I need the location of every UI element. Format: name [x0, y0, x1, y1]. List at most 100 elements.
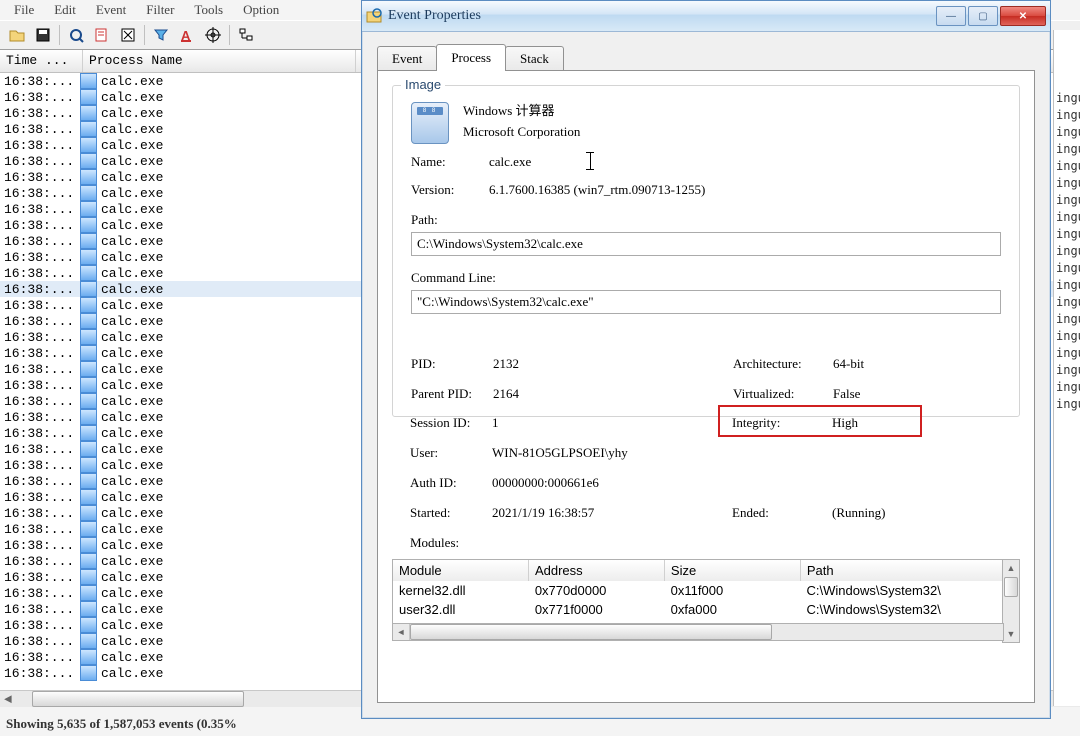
column-process-name[interactable]: Process Name	[83, 50, 356, 72]
ppid-value: 2164	[493, 386, 519, 402]
dialog-title: Event Properties	[388, 8, 934, 24]
process-icon	[80, 409, 97, 425]
arch-value: 64-bit	[833, 356, 864, 372]
process-icon	[80, 313, 97, 329]
column-time[interactable]: Time ...	[0, 50, 83, 72]
menu-tools[interactable]: Tools	[184, 0, 233, 20]
integrity-highlight-annotation	[718, 405, 922, 437]
menu-options[interactable]: Option	[233, 0, 289, 20]
ended-label: Ended:	[732, 505, 769, 521]
image-group: Image Windows 计算器 Microsoft Corporation …	[392, 85, 1020, 417]
scroll-up-arrow[interactable]: ▲	[1003, 560, 1019, 576]
minimize-button[interactable]: —	[936, 6, 966, 26]
image-company: Microsoft Corporation	[463, 124, 580, 140]
path-field[interactable]: C:\Windows\System32\calc.exe	[411, 232, 1001, 256]
process-icon	[80, 281, 97, 297]
target-icon[interactable]	[202, 24, 224, 46]
filter-icon[interactable]	[150, 24, 172, 46]
scroll-thumb[interactable]	[32, 691, 244, 707]
pid-label: PID:	[411, 356, 436, 372]
text-cursor-icon	[589, 152, 591, 170]
process-icon	[80, 473, 97, 489]
process-icon	[80, 441, 97, 457]
process-icon	[80, 217, 97, 233]
highlight-icon[interactable]: A	[176, 24, 198, 46]
virt-label: Virtualized:	[733, 386, 794, 402]
tabs: Event Process Stack	[377, 44, 563, 71]
tab-process[interactable]: Process	[436, 44, 506, 71]
process-icon	[80, 665, 97, 681]
modules-col-path[interactable]: Path	[801, 560, 1003, 582]
menu-edit[interactable]: Edit	[44, 0, 86, 20]
ppid-label: Parent PID:	[411, 386, 472, 402]
right-truncated-list: inguinguinguinguinguinguinguinguinguingu…	[1053, 30, 1080, 706]
modules-vertical-scrollbar[interactable]: ▲ ▼	[1002, 559, 1020, 643]
process-icon	[80, 137, 97, 153]
image-group-label: Image	[401, 77, 445, 92]
started-value: 2021/1/19 16:38:57	[492, 505, 594, 521]
event-properties-dialog: Event Properties — ▢ ✕ Event Process Sta…	[361, 0, 1051, 719]
scroll-down-arrow[interactable]: ▼	[1003, 626, 1019, 642]
modules-horizontal-scrollbar[interactable]: ◄	[392, 623, 1004, 641]
calc-app-icon	[411, 102, 449, 144]
modules-col-size[interactable]: Size	[665, 560, 801, 582]
process-icon	[80, 329, 97, 345]
scroll-left-arrow[interactable]: ◄	[393, 624, 410, 640]
cmdline-field[interactable]: "C:\Windows\System32\calc.exe"	[411, 290, 1001, 314]
user-label: User:	[410, 445, 438, 461]
process-icon	[80, 265, 97, 281]
process-icon	[80, 457, 97, 473]
arch-label: Architecture:	[733, 356, 802, 372]
modules-col-address[interactable]: Address	[529, 560, 665, 582]
process-icon	[80, 361, 97, 377]
tab-stack[interactable]: Stack	[505, 46, 564, 73]
dialog-icon	[366, 8, 382, 24]
process-icon	[80, 185, 97, 201]
process-icon	[80, 393, 97, 409]
name-value: calc.exe	[489, 154, 531, 170]
process-icon	[80, 601, 97, 617]
clear-icon[interactable]	[117, 24, 139, 46]
menu-file[interactable]: File	[4, 0, 44, 20]
process-icon	[80, 553, 97, 569]
version-value: 6.1.7600.16385 (win7_rtm.090713-1255)	[489, 182, 705, 198]
autoscroll-icon[interactable]	[91, 24, 113, 46]
process-icon	[80, 89, 97, 105]
dialog-titlebar[interactable]: Event Properties — ▢ ✕	[362, 1, 1050, 32]
path-label: Path:	[411, 212, 438, 228]
scroll-thumb[interactable]	[410, 624, 772, 640]
cmdline-label: Command Line:	[411, 270, 496, 286]
process-icon	[80, 121, 97, 137]
open-icon[interactable]	[6, 24, 28, 46]
started-label: Started:	[410, 505, 450, 521]
session-label: Session ID:	[410, 415, 470, 431]
tree-icon[interactable]	[235, 24, 257, 46]
process-icon	[80, 297, 97, 313]
menu-filter[interactable]: Filter	[136, 0, 184, 20]
process-icon	[80, 649, 97, 665]
modules-col-module[interactable]: Module	[393, 560, 529, 582]
process-icon	[80, 201, 97, 217]
scroll-thumb[interactable]	[1004, 577, 1018, 597]
process-icon	[80, 377, 97, 393]
name-label: Name:	[411, 154, 446, 170]
process-icon	[80, 585, 97, 601]
modules-table[interactable]: kernel32.dll0x770d00000x11f000C:\Windows…	[392, 581, 1004, 624]
process-icon	[80, 569, 97, 585]
auth-value: 00000000:000661e6	[492, 475, 599, 491]
tab-event[interactable]: Event	[377, 46, 437, 73]
status-bar: Showing 5,635 of 1,587,053 events (0.35%	[0, 712, 243, 736]
process-icon	[80, 633, 97, 649]
process-icon	[80, 489, 97, 505]
capture-icon[interactable]	[65, 24, 87, 46]
scroll-left-arrow[interactable]: ◄	[0, 692, 16, 706]
save-icon[interactable]	[32, 24, 54, 46]
module-row[interactable]: user32.dll0x771f00000xfa000C:\Windows\Sy…	[393, 600, 1003, 619]
menu-event[interactable]: Event	[86, 0, 136, 20]
process-icon	[80, 345, 97, 361]
process-icon	[80, 505, 97, 521]
process-icon	[80, 105, 97, 121]
close-button[interactable]: ✕	[1000, 6, 1046, 26]
maximize-button[interactable]: ▢	[968, 6, 998, 26]
module-row[interactable]: kernel32.dll0x770d00000x11f000C:\Windows…	[393, 581, 1003, 600]
